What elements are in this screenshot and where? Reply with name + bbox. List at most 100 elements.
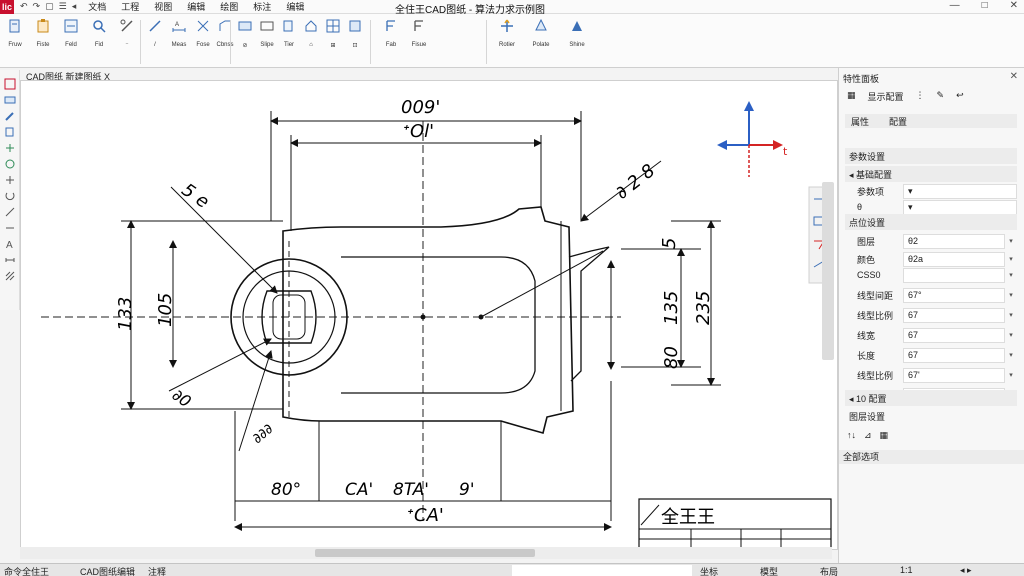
status-scale[interactable]: 1:1 xyxy=(900,565,913,575)
ribbon-tier-button[interactable]: Tier xyxy=(278,14,300,54)
svg-text:A: A xyxy=(6,240,13,250)
dropdown-icon[interactable]: ▾ xyxy=(1005,255,1017,263)
ribbon-separator xyxy=(486,20,487,64)
dropdown-icon[interactable]: ▾ xyxy=(1005,271,1017,279)
ribbon-measure-button[interactable]: A Meas xyxy=(168,14,190,54)
dimension-icon[interactable] xyxy=(4,254,16,266)
grid-view-icon[interactable]: ▦ xyxy=(880,430,889,441)
section-layer[interactable]: 图层设置 xyxy=(845,408,1017,424)
menu-edit[interactable]: 编辑 xyxy=(187,0,205,13)
extend-icon[interactable] xyxy=(4,222,16,234)
section-config[interactable]: ◂ 10 配置 xyxy=(845,390,1017,406)
app-logo[interactable]: lic xyxy=(0,0,14,14)
undo-icon[interactable]: ↶ xyxy=(20,1,28,12)
home-icon xyxy=(305,20,317,32)
ribbon-home-button[interactable]: ⌂ xyxy=(300,14,322,54)
ribbon-line-button[interactable]: / xyxy=(144,14,166,54)
command-input[interactable] xyxy=(512,565,692,576)
prop-row[interactable]: 长度 67 ▾ xyxy=(845,346,1017,364)
prop-row[interactable]: 图层 θ2 ▾ xyxy=(845,232,1017,250)
filter-icon[interactable]: ⊿ xyxy=(864,430,872,441)
menu-project[interactable]: 工程 xyxy=(121,0,139,13)
pencil-icon[interactable] xyxy=(4,110,16,122)
ribbon-field-button[interactable]: Feld xyxy=(60,14,82,54)
panel-arrow-icon[interactable]: ↩ xyxy=(956,90,964,103)
ribbon-chamfer-button[interactable]: Cbnss xyxy=(214,14,236,54)
ribbon-shine-button[interactable]: Shine xyxy=(566,14,588,54)
prop-row[interactable]: 线型比例 67' ▾ xyxy=(845,366,1017,384)
horizontal-scrollbar[interactable] xyxy=(20,547,832,559)
ribbon-pose-button[interactable]: Fose xyxy=(192,14,214,54)
sort-icon[interactable]: ↑↓ xyxy=(847,430,856,441)
back-icon[interactable]: ◂ xyxy=(72,1,77,12)
prop-row[interactable]: 线型间距 67° ▾ xyxy=(845,286,1017,304)
ribbon-box-button[interactable]: ⊡ xyxy=(344,14,366,54)
prop-row[interactable]: 线型比例 67 ▾ xyxy=(845,306,1017,324)
tab-config[interactable]: 配置 xyxy=(889,115,907,128)
grid-icon xyxy=(326,19,340,33)
dropdown-icon[interactable]: ▾ xyxy=(1005,237,1017,245)
hatch-icon[interactable] xyxy=(4,270,16,282)
ribbon-paste-button[interactable]: Fiste xyxy=(32,14,54,54)
dim-right-outer: 235 xyxy=(693,291,714,325)
dropdown-icon[interactable]: ▾ xyxy=(1005,291,1017,299)
copy-icon[interactable] xyxy=(4,126,16,138)
scrollbar-thumb[interactable] xyxy=(315,549,535,557)
ribbon-fab-button[interactable]: Fab xyxy=(380,14,402,54)
dim-left-inner: 105 xyxy=(155,293,176,327)
redo-icon[interactable]: ↷ xyxy=(33,1,41,12)
select-icon[interactable] xyxy=(4,78,16,90)
panel-toggle[interactable]: 显示配置 xyxy=(868,90,904,103)
status-layout[interactable]: 布局 xyxy=(820,565,838,576)
layer-icon[interactable] xyxy=(4,94,16,106)
ribbon-polate-button[interactable]: Polate xyxy=(530,14,552,54)
ribbon-rotate-button[interactable]: Rotier xyxy=(496,14,518,54)
ribbon-pen-button[interactable]: Fruw xyxy=(4,14,26,54)
panel-view-icon[interactable]: ▦ xyxy=(847,90,856,103)
panel-tab-strip: 属性 配置 xyxy=(845,114,1017,128)
menu-draw[interactable]: 绘图 xyxy=(220,0,238,13)
move-icon[interactable] xyxy=(4,174,16,186)
panel-footer[interactable]: 全部选项 xyxy=(839,450,1024,464)
dropdown-icon[interactable]: ▾ xyxy=(1005,331,1017,339)
dropdown-icon[interactable]: ▾ xyxy=(1005,311,1017,319)
ribbon-fissure-button[interactable]: Fisue xyxy=(408,14,430,54)
rotate-tool-icon[interactable] xyxy=(4,190,16,202)
status-nav[interactable]: ◂ ▸ xyxy=(960,565,972,576)
save-icon[interactable]: ▢ xyxy=(45,1,54,12)
menu-icon[interactable]: ☰ xyxy=(59,1,67,12)
svg-text:t: t xyxy=(783,145,788,158)
status-annotation[interactable]: 注释 xyxy=(148,565,166,576)
circle-icon[interactable] xyxy=(4,158,16,170)
prop-row[interactable]: 线宽 67 ▾ xyxy=(845,326,1017,344)
menu-dimension[interactable]: 标注 xyxy=(253,0,271,13)
text-icon[interactable]: A xyxy=(4,238,16,250)
dropdown-icon[interactable]: ▾ xyxy=(1005,371,1017,379)
ribbon-rect-button[interactable]: ⊘ xyxy=(234,14,256,54)
ribbon-tools-button[interactable]: ⁻ xyxy=(116,14,138,54)
menu-modify[interactable]: 编辑 xyxy=(286,0,304,13)
dropdown-icon[interactable]: ▾ xyxy=(1005,351,1017,359)
panel-close-icon[interactable]: ✕ xyxy=(1010,71,1018,82)
menu-view[interactable]: 视图 xyxy=(154,0,172,13)
panel-edit-icon[interactable]: ✎ xyxy=(937,90,945,103)
section-points[interactable]: 点位设置 xyxy=(845,214,1017,230)
tab-properties[interactable]: 属性 xyxy=(851,115,869,128)
maximize-button[interactable]: □ xyxy=(982,0,988,11)
panel-pin-icon[interactable]: ⋮ xyxy=(916,90,925,103)
status-model[interactable]: 模型 xyxy=(760,565,778,576)
section-basic[interactable]: ◂ 基础配置 xyxy=(845,166,1017,182)
minimize-button[interactable]: — xyxy=(950,0,960,11)
vertical-scrollbar[interactable] xyxy=(822,182,834,360)
drawing-canvas[interactable]: 009' ᐩOl' 133 105 5 e ∂0 ∂∂∂ ∂ 2 8 5 135 xyxy=(20,80,838,550)
prop-row[interactable]: CSS0 ▾ xyxy=(845,266,1017,284)
ribbon-grid-button[interactable]: ⊞ xyxy=(322,14,344,54)
close-button[interactable]: ✕ xyxy=(1010,0,1018,11)
ribbon-slope-button[interactable]: Slipe xyxy=(256,14,278,54)
status-command[interactable]: 命令全住王 xyxy=(4,565,49,576)
ribbon-find-button[interactable]: Fid xyxy=(88,14,110,54)
menu-file[interactable]: 文档 xyxy=(88,0,106,13)
status-document[interactable]: CAD图纸编辑 xyxy=(80,565,135,576)
trim-icon[interactable] xyxy=(4,206,16,218)
mirror-icon[interactable] xyxy=(4,142,16,154)
